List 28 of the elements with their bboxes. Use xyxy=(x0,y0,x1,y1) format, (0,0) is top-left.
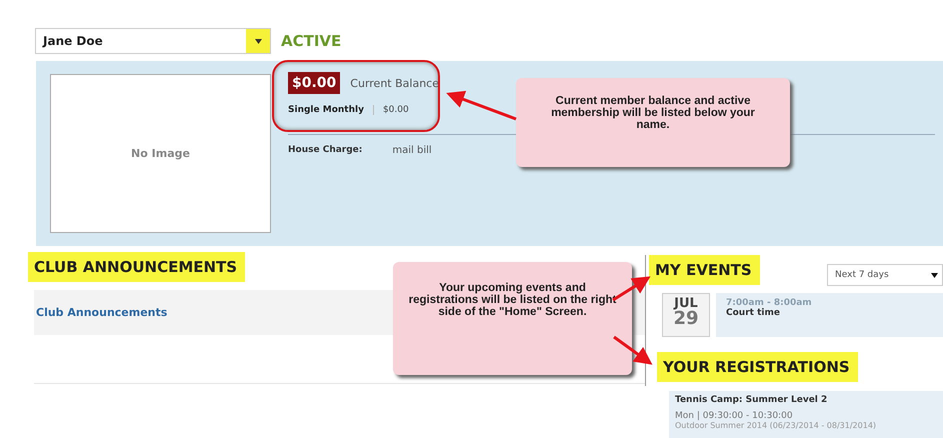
member-status: ACTIVE xyxy=(281,32,342,50)
registration-title: Tennis Camp: Summer Level 2 xyxy=(675,395,828,405)
event-card[interactable]: 7:00am - 8:00am Court time xyxy=(716,293,943,337)
range-select[interactable]: Next 7 days xyxy=(827,264,943,286)
callout-note: Current member balance and active membership will be listed below your name. xyxy=(516,78,790,167)
balance-amount: $0.00 xyxy=(288,72,340,94)
registrations-heading: YOUR REGISTRATIONS xyxy=(657,352,858,382)
balance-label: Current Balance xyxy=(350,76,439,90)
event-title: Court time xyxy=(726,308,781,318)
dropdown-arrow-icon xyxy=(254,38,262,44)
announcement-link[interactable]: Club Announcements xyxy=(36,306,168,319)
registration-session: Outdoor Summer 2014 (06/23/2014 - 08/31/2014) xyxy=(675,421,878,430)
registration-schedule: Mon | 09:30:00 - 10:30:00 xyxy=(675,411,794,421)
arrow xyxy=(446,90,517,120)
event-day: 29 xyxy=(673,310,699,328)
event-time: 7:00am - 8:00am xyxy=(726,298,813,308)
house-charge-value: mail bill xyxy=(392,145,432,156)
no-image-text: No Image xyxy=(131,147,190,160)
events-heading: MY EVENTS xyxy=(649,255,760,285)
arrow xyxy=(613,336,652,365)
registration-card[interactable]: Tennis Camp: Summer Level 2 Mon | 09:30:00 - 10:30:00 Outdoor Summer 2014 (06/23/2014 - 08/31/2014) xyxy=(669,391,943,438)
membership-name: Single Monthly xyxy=(288,105,364,115)
member-select[interactable]: Jane Doe xyxy=(35,28,271,54)
membership-price: $0.00 xyxy=(382,105,409,115)
event-month: JUL xyxy=(674,297,698,310)
announcements-heading: CLUB ANNOUNCEMENTS xyxy=(28,252,246,282)
dropdown-arrow-icon xyxy=(931,272,938,278)
house-charge-label: House Charge: xyxy=(288,145,362,156)
